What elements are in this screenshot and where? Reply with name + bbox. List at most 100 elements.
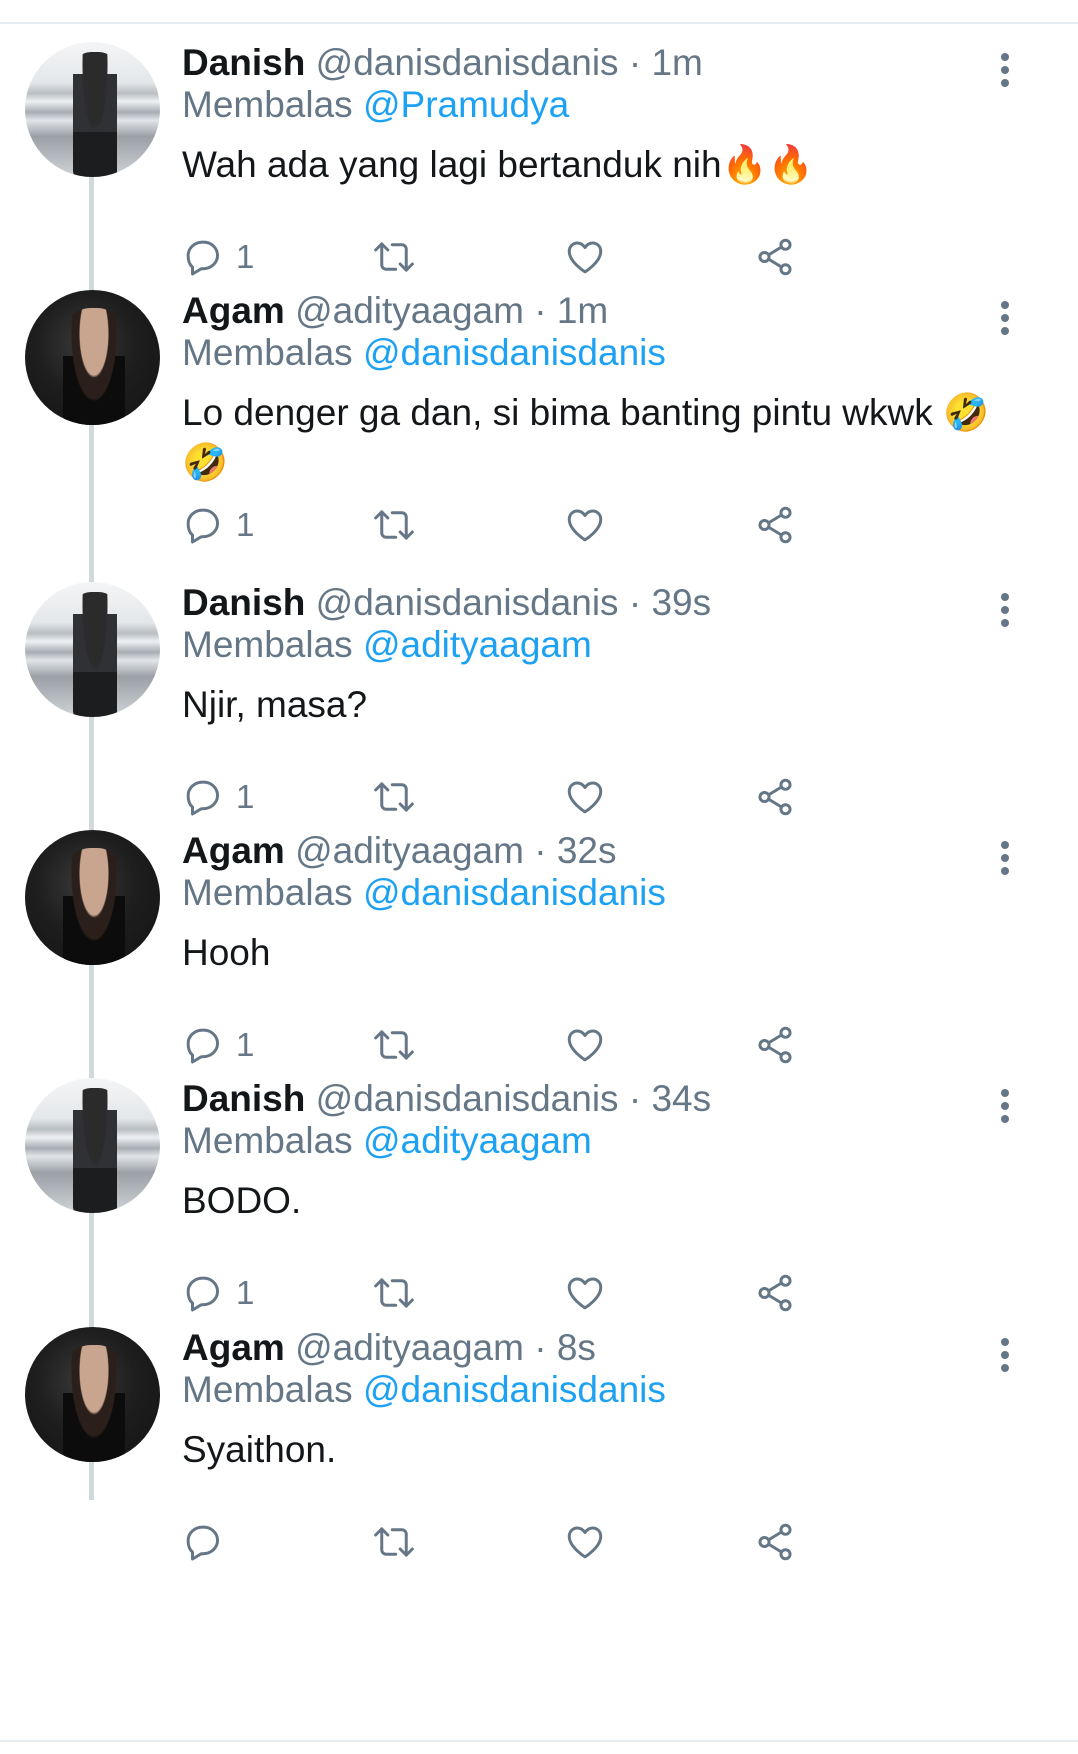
replying-to: Membalas @Pramudya: [182, 84, 569, 126]
display-name[interactable]: Danish: [182, 582, 305, 623]
heart-icon: [564, 1272, 606, 1314]
share-icon: [754, 1024, 796, 1066]
reply-button[interactable]: 1: [182, 500, 254, 550]
separator-dot: ·: [534, 1327, 547, 1368]
reply-count: 1: [236, 1026, 255, 1063]
display-name[interactable]: Agam: [182, 290, 285, 331]
more-options-icon[interactable]: [996, 590, 1014, 630]
more-options-icon[interactable]: [996, 50, 1014, 90]
mention-link[interactable]: @adityaagam: [363, 1120, 592, 1161]
reply-prefix: Membalas: [182, 1120, 353, 1161]
reply-count: 1: [236, 238, 255, 275]
timestamp[interactable]: 34s: [651, 1078, 711, 1119]
tweet-header: Agam @adityaagam · 32s: [182, 830, 617, 872]
heart-icon: [564, 776, 606, 818]
reply-button[interactable]: 1: [182, 772, 254, 822]
heart-icon: [564, 236, 606, 278]
retweet-button[interactable]: [372, 232, 416, 282]
avatar[interactable]: [25, 42, 160, 177]
reply-count: 1: [236, 506, 255, 543]
reply-icon: [182, 1024, 224, 1066]
timestamp[interactable]: 1m: [651, 42, 702, 83]
timestamp[interactable]: 8s: [557, 1327, 596, 1368]
mention-link[interactable]: @adityaagam: [363, 624, 592, 665]
share-button[interactable]: [754, 772, 796, 822]
display-name[interactable]: Danish: [182, 1078, 305, 1119]
tweet-text: Njir, masa?: [182, 684, 368, 725]
reply-button[interactable]: [182, 1517, 236, 1567]
tweet-text: Wah ada yang lagi bertanduk nih🔥🔥: [182, 144, 814, 185]
retweet-button[interactable]: [372, 500, 416, 550]
more-options-icon[interactable]: [996, 1335, 1014, 1375]
tweet-text: Lo denger ga dan, si bima banting pintu …: [182, 392, 990, 483]
more-options-icon[interactable]: [996, 298, 1014, 338]
share-icon: [754, 504, 796, 546]
user-handle[interactable]: @danisdanisdanis: [316, 582, 619, 623]
share-icon: [754, 776, 796, 818]
share-icon: [754, 236, 796, 278]
reply-icon: [182, 1272, 224, 1314]
reply-button[interactable]: 1: [182, 232, 254, 282]
tweet-header: Danish @danisdanisdanis · 34s: [182, 1078, 711, 1120]
like-button[interactable]: [564, 1268, 606, 1318]
tweet-actions: 1: [182, 1020, 882, 1070]
user-handle[interactable]: @adityaagam: [295, 1327, 524, 1368]
heart-icon: [564, 1521, 606, 1563]
avatar[interactable]: [25, 1078, 160, 1213]
retweet-button[interactable]: [372, 1020, 416, 1070]
mention-link[interactable]: @danisdanisdanis: [363, 1369, 666, 1410]
reply-count: 1: [236, 1274, 255, 1311]
mention-link[interactable]: @danisdanisdanis: [363, 872, 666, 913]
retweet-button[interactable]: [372, 1517, 416, 1567]
timestamp[interactable]: 39s: [651, 582, 711, 623]
display-name[interactable]: Agam: [182, 830, 285, 871]
reply-button[interactable]: 1: [182, 1268, 254, 1318]
replying-to: Membalas @danisdanisdanis: [182, 1369, 666, 1411]
like-button[interactable]: [564, 772, 606, 822]
user-handle[interactable]: @danisdanisdanis: [316, 1078, 619, 1119]
retweet-icon: [372, 776, 416, 818]
top-divider: [0, 22, 1078, 24]
reply-icon: [182, 1521, 224, 1563]
reply-prefix: Membalas: [182, 1369, 353, 1410]
like-button[interactable]: [564, 500, 606, 550]
share-button[interactable]: [754, 232, 796, 282]
separator-dot: ·: [628, 42, 642, 83]
mention-link[interactable]: @Pramudya: [363, 84, 569, 125]
timestamp[interactable]: 1m: [557, 290, 608, 331]
heart-icon: [564, 1024, 606, 1066]
tweet-text: BODO.: [182, 1180, 302, 1221]
more-options-icon[interactable]: [996, 1086, 1014, 1126]
avatar[interactable]: [25, 1327, 160, 1462]
reply-button[interactable]: 1: [182, 1020, 254, 1070]
share-button[interactable]: [754, 500, 796, 550]
like-button[interactable]: [564, 1020, 606, 1070]
replying-to: Membalas @adityaagam: [182, 1120, 592, 1162]
share-button[interactable]: [754, 1268, 796, 1318]
avatar[interactable]: [25, 290, 160, 425]
reply-prefix: Membalas: [182, 332, 353, 373]
avatar[interactable]: [25, 830, 160, 965]
replying-to: Membalas @danisdanisdanis: [182, 872, 666, 914]
retweet-button[interactable]: [372, 772, 416, 822]
separator-dot: ·: [534, 290, 547, 331]
avatar[interactable]: [25, 582, 160, 717]
share-button[interactable]: [754, 1020, 796, 1070]
heart-icon: [564, 504, 606, 546]
retweet-icon: [372, 236, 416, 278]
mention-link[interactable]: @danisdanisdanis: [363, 332, 666, 373]
tweet-actions: 1: [182, 1268, 882, 1318]
share-button[interactable]: [754, 1517, 796, 1567]
timestamp[interactable]: 32s: [557, 830, 617, 871]
user-handle[interactable]: @adityaagam: [295, 290, 524, 331]
user-handle[interactable]: @adityaagam: [295, 830, 524, 871]
display-name[interactable]: Agam: [182, 1327, 285, 1368]
like-button[interactable]: [564, 232, 606, 282]
user-handle[interactable]: @danisdanisdanis: [316, 42, 619, 83]
tweet-header: Danish @danisdanisdanis · 39s: [182, 582, 711, 624]
more-options-icon[interactable]: [996, 838, 1014, 878]
tweet-text: Hooh: [182, 932, 271, 973]
like-button[interactable]: [564, 1517, 606, 1567]
display-name[interactable]: Danish: [182, 42, 305, 83]
retweet-button[interactable]: [372, 1268, 416, 1318]
